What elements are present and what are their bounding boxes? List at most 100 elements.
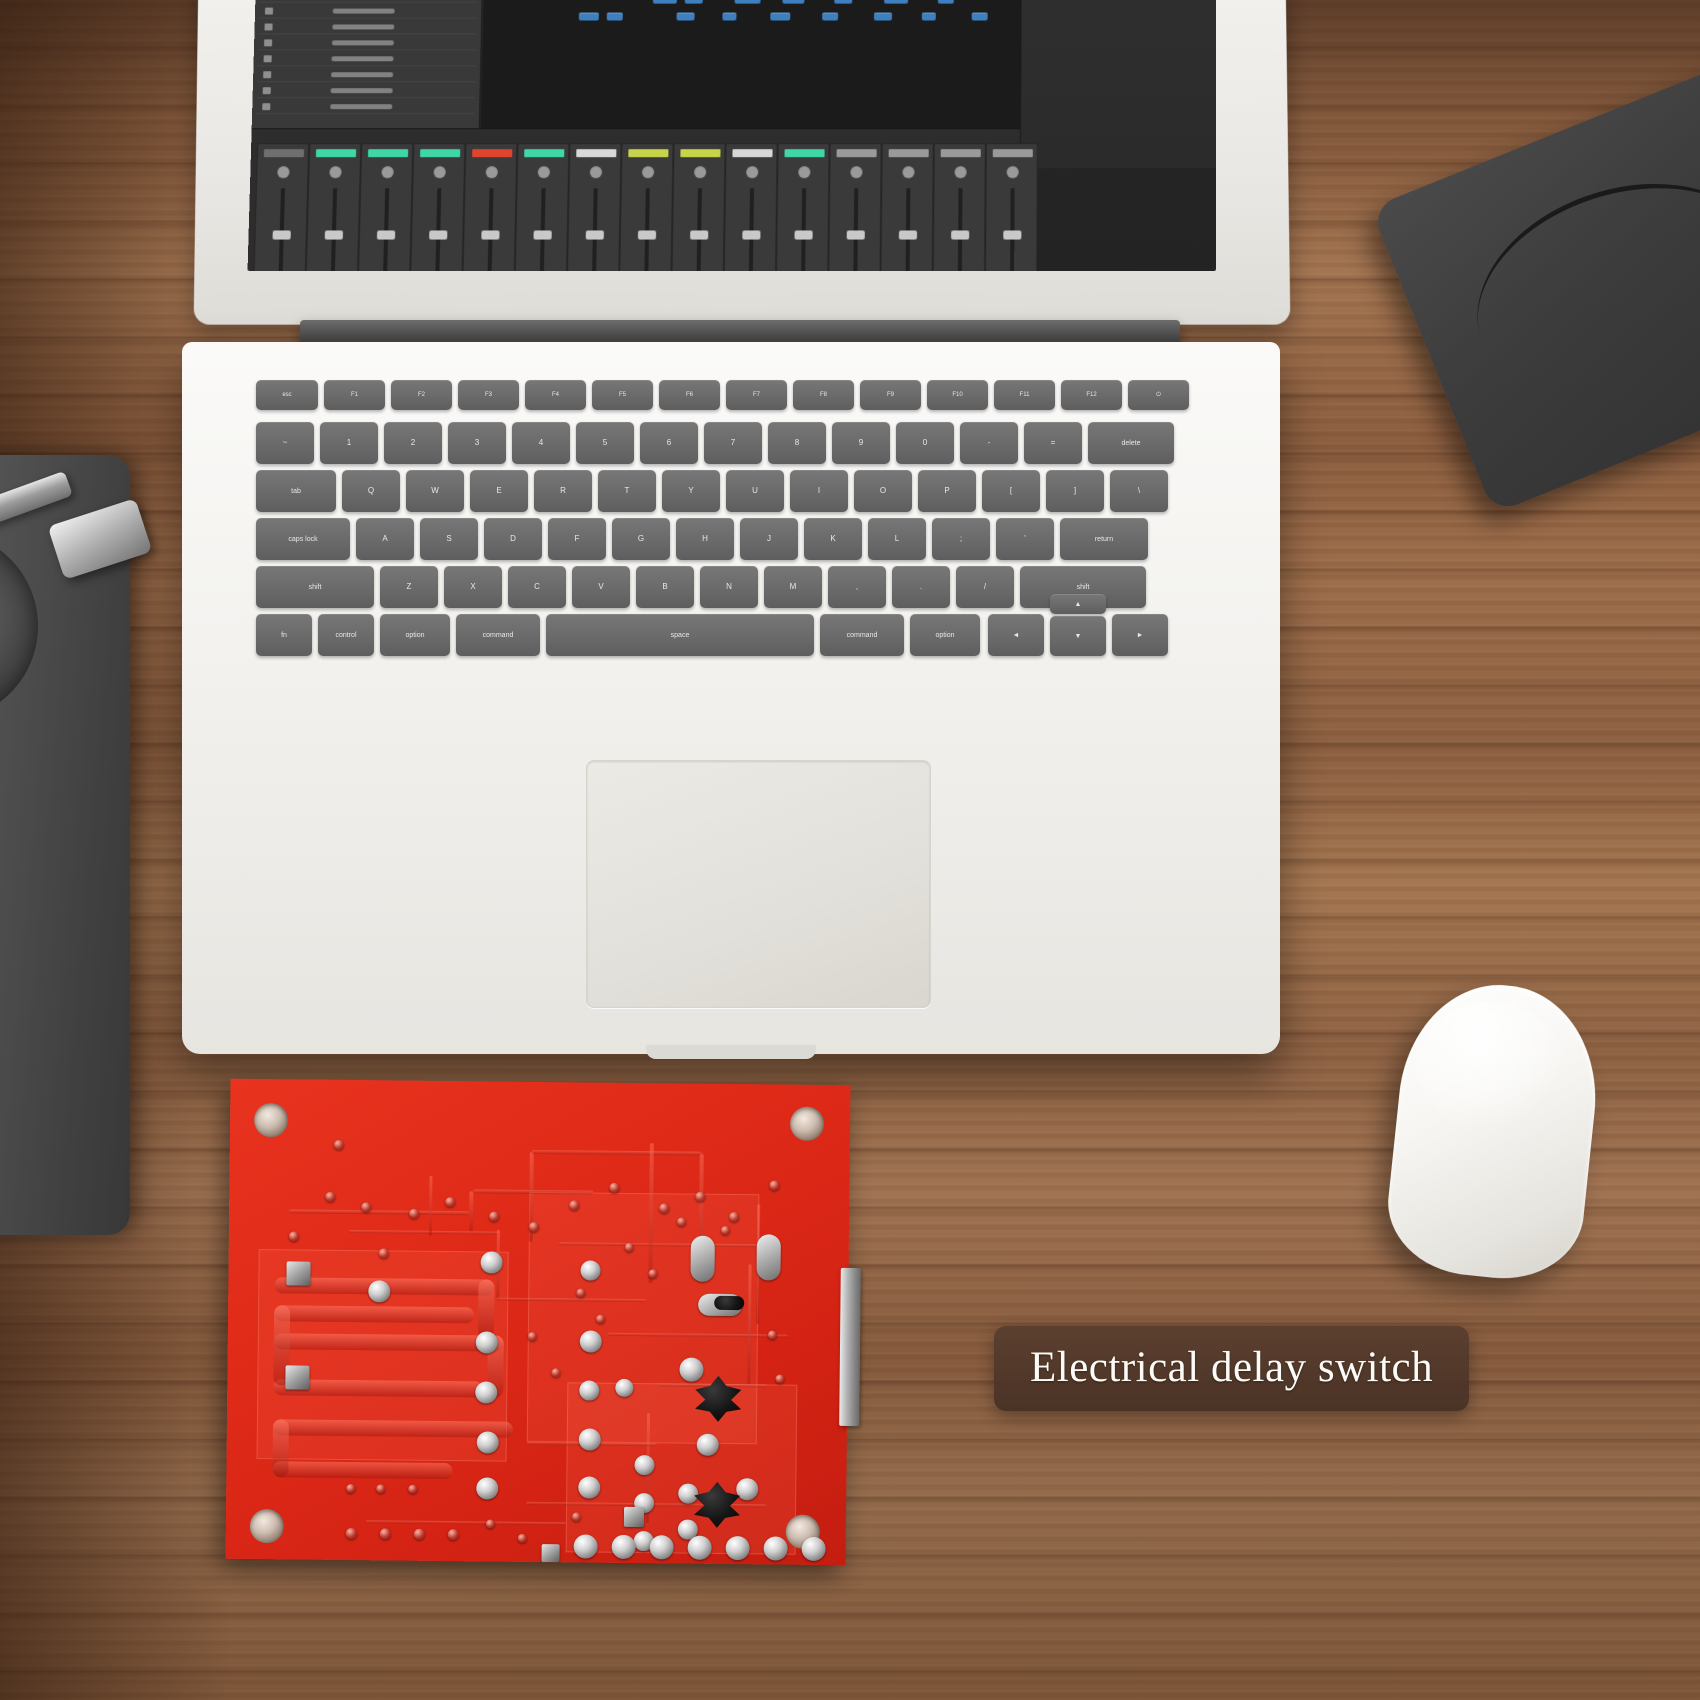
mixer-channel-strip[interactable] bbox=[984, 143, 1038, 271]
keyboard-key[interactable]: K bbox=[804, 518, 862, 560]
keyboard-key[interactable]: 1 bbox=[320, 422, 378, 464]
keyboard-key[interactable]: I bbox=[790, 470, 848, 512]
keyboard-key[interactable]: O bbox=[854, 470, 912, 512]
channel-fader[interactable] bbox=[905, 188, 911, 271]
keyboard-key[interactable]: L bbox=[868, 518, 926, 560]
channel-fader[interactable] bbox=[539, 188, 546, 271]
mixer-channel-strip[interactable] bbox=[880, 143, 934, 271]
keyboard-key[interactable]: 0 bbox=[896, 422, 954, 464]
keyboard-key[interactable]: G bbox=[612, 518, 670, 560]
mixer-channel-strip[interactable] bbox=[828, 143, 882, 271]
keyboard-key[interactable]: F2 bbox=[391, 380, 452, 410]
channel-pan-knob[interactable] bbox=[850, 166, 863, 179]
mixer-channel-strip[interactable] bbox=[671, 143, 726, 271]
keyboard-key[interactable]: ~ bbox=[256, 422, 314, 464]
channel-fader[interactable] bbox=[278, 188, 285, 271]
channel-fader[interactable] bbox=[957, 188, 963, 271]
mixer-channel-strip[interactable] bbox=[932, 143, 986, 271]
keyboard-key[interactable]: D bbox=[484, 518, 542, 560]
keyboard-key[interactable]: F10 bbox=[927, 380, 988, 410]
channel-pan-knob[interactable] bbox=[902, 166, 915, 179]
keyboard-key[interactable]: ▲ bbox=[1050, 594, 1106, 614]
keyboard-key[interactable]: 4 bbox=[512, 422, 570, 464]
keyboard-key[interactable]: return bbox=[1060, 518, 1148, 560]
channel-pan-knob[interactable] bbox=[1006, 166, 1019, 179]
keyboard-key[interactable]: F7 bbox=[726, 380, 787, 410]
keyboard-key[interactable]: option bbox=[910, 614, 980, 656]
keyboard-key[interactable]: Y bbox=[662, 470, 720, 512]
keyboard-key[interactable]: F5 bbox=[592, 380, 653, 410]
mixer-channel-strip[interactable] bbox=[462, 143, 518, 271]
channel-fader[interactable] bbox=[748, 188, 755, 271]
channel-fader[interactable] bbox=[853, 188, 859, 271]
mixer-channel-strip[interactable] bbox=[619, 143, 674, 271]
channel-pan-knob[interactable] bbox=[589, 166, 603, 179]
keyboard-key[interactable]: tab bbox=[256, 470, 336, 512]
keyboard-key[interactable]: delete bbox=[1088, 422, 1174, 464]
keyboard-key[interactable]: ◄ bbox=[988, 614, 1044, 656]
channel-pan-knob[interactable] bbox=[485, 166, 498, 179]
daw-audio-region[interactable] bbox=[782, 0, 805, 4]
keyboard-key[interactable]: P bbox=[918, 470, 976, 512]
daw-track-row[interactable] bbox=[257, 34, 477, 51]
keyboard-key[interactable]: 5 bbox=[576, 422, 634, 464]
channel-fader[interactable] bbox=[644, 188, 650, 271]
keyboard-key[interactable]: control bbox=[318, 614, 374, 656]
keyboard-key[interactable]: F bbox=[548, 518, 606, 560]
daw-track-row[interactable] bbox=[257, 50, 477, 67]
keyboard-key[interactable]: T bbox=[598, 470, 656, 512]
channel-pan-knob[interactable] bbox=[746, 166, 759, 179]
channel-fader[interactable] bbox=[1010, 188, 1015, 271]
daw-track-row[interactable] bbox=[256, 98, 476, 115]
keyboard-key[interactable]: F9 bbox=[860, 380, 921, 410]
keyboard-key[interactable]: W bbox=[406, 470, 464, 512]
keyboard-key[interactable]: Q bbox=[342, 470, 400, 512]
keyboard-key[interactable]: M bbox=[764, 566, 822, 608]
mixer-channel-strip[interactable] bbox=[305, 143, 362, 271]
channel-fader[interactable] bbox=[435, 188, 442, 271]
mixer-channel-strip[interactable] bbox=[723, 143, 778, 271]
channel-pan-knob[interactable] bbox=[537, 166, 551, 179]
daw-audio-region[interactable] bbox=[684, 0, 703, 4]
mixer-channel-strip[interactable] bbox=[514, 143, 570, 271]
keyboard-key[interactable]: / bbox=[956, 566, 1014, 608]
keyboard-key[interactable]: command bbox=[820, 614, 904, 656]
keyboard-key[interactable]: 2 bbox=[384, 422, 442, 464]
channel-pan-knob[interactable] bbox=[329, 166, 342, 179]
keyboard-key[interactable]: ⏻ bbox=[1128, 380, 1189, 410]
daw-audio-region[interactable] bbox=[971, 12, 988, 21]
keyboard-key[interactable]: C bbox=[508, 566, 566, 608]
mixer-channel-strip[interactable] bbox=[357, 143, 414, 271]
daw-audio-region[interactable] bbox=[676, 12, 695, 21]
keyboard-key[interactable]: option bbox=[380, 614, 450, 656]
keyboard-key[interactable]: command bbox=[456, 614, 540, 656]
keyboard-key[interactable]: esc bbox=[256, 380, 318, 410]
keyboard-key[interactable]: F1 bbox=[324, 380, 385, 410]
channel-fader[interactable] bbox=[383, 188, 390, 271]
keyboard-key[interactable]: F8 bbox=[793, 380, 854, 410]
keyboard-key[interactable]: ▼ bbox=[1050, 616, 1106, 656]
keyboard-key[interactable]: caps lock bbox=[256, 518, 350, 560]
mixer-channel-strip[interactable] bbox=[566, 143, 622, 271]
keyboard-key[interactable]: . bbox=[892, 566, 950, 608]
daw-audio-region[interactable] bbox=[921, 12, 936, 21]
channel-fader[interactable] bbox=[592, 188, 598, 271]
daw-track-row[interactable] bbox=[256, 66, 477, 83]
keyboard-key[interactable]: H bbox=[676, 518, 734, 560]
keyboard-key[interactable]: 7 bbox=[704, 422, 762, 464]
daw-audio-region[interactable] bbox=[606, 12, 623, 21]
daw-audio-region[interactable] bbox=[734, 0, 761, 4]
channel-pan-knob[interactable] bbox=[954, 166, 967, 179]
channel-pan-knob[interactable] bbox=[798, 166, 811, 179]
keyboard-key[interactable]: S bbox=[420, 518, 478, 560]
daw-track-row[interactable] bbox=[258, 18, 478, 35]
keyboard-key[interactable]: F3 bbox=[458, 380, 519, 410]
channel-pan-knob[interactable] bbox=[641, 166, 655, 179]
keyboard-key[interactable]: , bbox=[828, 566, 886, 608]
keyboard-key[interactable]: fn bbox=[256, 614, 312, 656]
keyboard-key[interactable]: space bbox=[546, 614, 814, 656]
keyboard-key[interactable]: shift bbox=[256, 566, 374, 608]
keyboard-key[interactable]: U bbox=[726, 470, 784, 512]
keyboard-key[interactable]: A bbox=[356, 518, 414, 560]
keyboard-key[interactable]: ] bbox=[1046, 470, 1104, 512]
